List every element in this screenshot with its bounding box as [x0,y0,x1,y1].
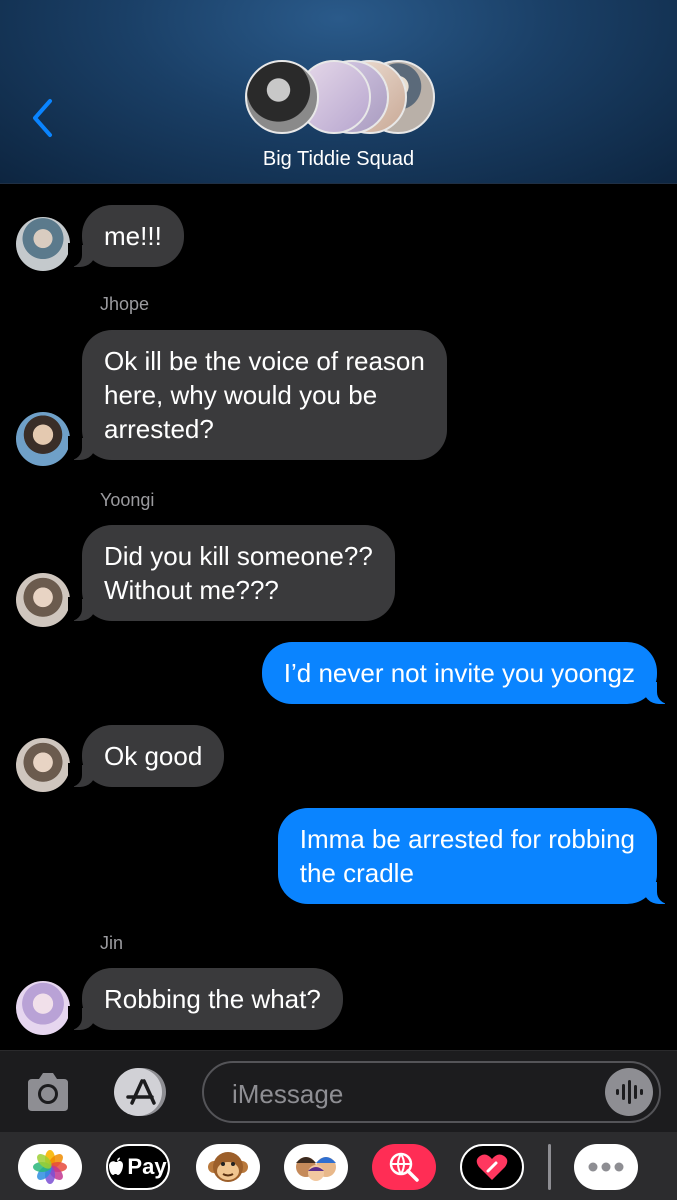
sender-avatar[interactable] [16,217,70,271]
message-text-line: Did you kill someone?? [104,541,373,571]
message-text-line: arrested? [104,414,214,444]
app-drawer: Pay [0,1132,677,1200]
globe-search-icon [389,1152,419,1182]
app-store-button[interactable] [112,1067,170,1117]
more-apps-button[interactable] [574,1144,638,1190]
apple-logo-icon [109,1157,124,1175]
waveform-icon [616,1080,643,1104]
sender-avatar[interactable] [16,412,70,466]
group-name[interactable]: Big Tiddie Squad [0,148,677,171]
incoming-message-bubble[interactable]: Did you kill someone?? Without me??? [68,525,395,621]
imessage-input[interactable] [230,1075,594,1113]
message-text: Robbing the what? [104,984,321,1014]
monkey-icon [208,1152,248,1182]
photos-icon [33,1150,67,1184]
message-text: I’d never not invite you yoongz [283,658,635,688]
message-text-line: Without me??? [104,575,279,605]
more-icon [588,1162,624,1172]
memoji-stickers-icon [296,1157,336,1181]
animoji-app-button[interactable] [196,1144,260,1190]
incoming-message-bubble[interactable]: Robbing the what? [68,968,343,1030]
message-text: Ok good [104,741,203,771]
message-input-bar [0,1050,677,1133]
conversation-header: Big Tiddie Squad [0,0,677,184]
message-text-line: the cradle [299,858,414,888]
memoji-app-button[interactable] [284,1144,348,1190]
camera-button[interactable] [24,1069,72,1115]
outgoing-message-bubble[interactable]: I’d never not invite you yoongz [261,642,672,704]
message-text: me!!! [104,221,162,251]
message-text-line: Ok ill be the voice of reason [104,346,425,376]
dictation-button[interactable] [605,1068,653,1116]
imessage-field[interactable] [202,1061,661,1123]
group-member-avatar [245,60,319,134]
sender-name: Jin [100,933,124,953]
drawer-divider [548,1144,551,1190]
chevron-left-icon [33,99,52,137]
apple-pay-label: Pay [127,1154,167,1179]
message-text-line: here, why would you be [104,380,378,410]
back-button[interactable] [22,96,62,140]
sender-name: Jhope [100,294,150,314]
message-text-line: Imma be arrested for robbing [299,824,635,854]
incoming-message-bubble[interactable]: Ok good [67,725,225,787]
incoming-message-bubble[interactable]: me!!! [68,205,184,267]
image-search-app-button[interactable] [372,1144,436,1190]
sender-avatar[interactable] [16,573,70,627]
group-avatar-stack[interactable] [245,60,435,136]
digital-touch-app-button[interactable] [460,1144,524,1190]
app-store-icon [114,1068,166,1116]
photos-app-button[interactable] [18,1144,82,1190]
incoming-message-bubble[interactable]: Ok ill be the voice of reason here, why … [68,330,447,460]
sender-avatar[interactable] [16,738,70,792]
heart-icon [476,1154,508,1180]
sender-name: Yoongi [100,490,155,510]
camera-icon [28,1073,68,1111]
apple-pay-button[interactable]: Pay [106,1144,170,1190]
outgoing-message-bubble[interactable]: Imma be arrested for robbing the cradle [277,808,672,904]
sender-avatar[interactable] [16,981,70,1035]
